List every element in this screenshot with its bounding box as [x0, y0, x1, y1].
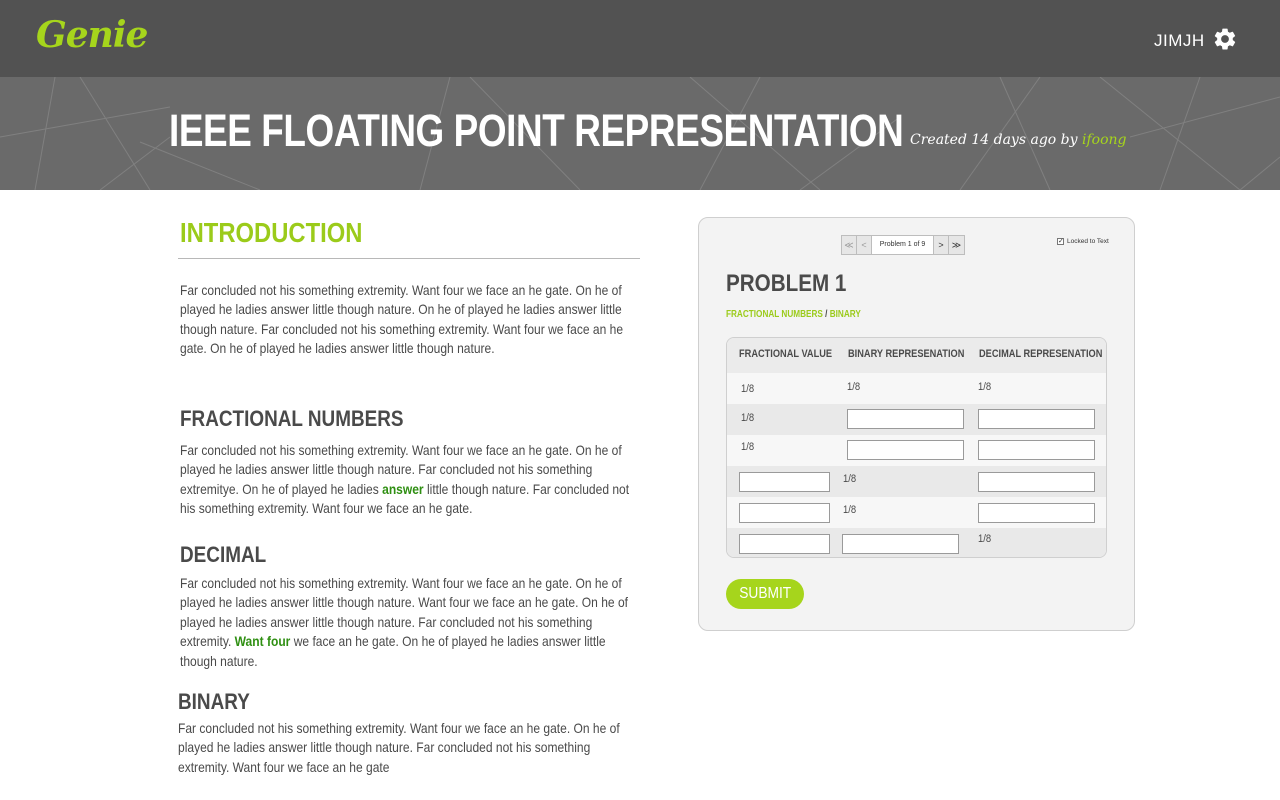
cell-decimal: 1/8	[978, 533, 992, 545]
want-four-link[interactable]: Want four	[235, 633, 291, 649]
breadcrumb-binary[interactable]: BINARY	[830, 309, 861, 320]
page-banner: IEEE FLOATING POINT REPRESENTATION Creat…	[0, 77, 1280, 190]
intro-divider	[178, 258, 640, 259]
breadcrumb-fractional[interactable]: FRACTIONAL NUMBERS	[726, 309, 823, 320]
locked-checkbox[interactable]: ✓	[1057, 238, 1064, 245]
fraction-input[interactable]	[739, 534, 830, 554]
decimal-input[interactable]	[978, 409, 1095, 429]
intro-paragraph: Far concluded not his something extremit…	[180, 282, 624, 357]
last-page-button[interactable]: ≫	[949, 236, 964, 254]
page-indicator: Problem 1 of 9	[872, 236, 934, 254]
binary-input[interactable]	[847, 409, 964, 429]
cell-fraction: 1/8	[741, 383, 755, 395]
table-row: 1/8	[727, 528, 1106, 557]
next-page-button[interactable]: >	[934, 236, 949, 254]
fractional-heading: FRACTIONAL NUMBERS	[180, 406, 404, 431]
binary-input[interactable]	[847, 440, 964, 460]
locked-label: Locked to Text	[1067, 238, 1109, 245]
fraction-input[interactable]	[739, 472, 830, 492]
binary-input[interactable]	[842, 534, 959, 554]
decimal-paragraph: Far concluded not his something extremit…	[180, 575, 628, 669]
gear-icon[interactable]	[1212, 26, 1238, 52]
table-row: 1/8	[727, 497, 1106, 528]
locked-to-text: ✓ Locked to Text	[1057, 238, 1109, 245]
cell-fraction: 1/8	[741, 412, 755, 424]
decimal-heading: DECIMAL	[180, 542, 267, 567]
answer-link[interactable]: answer	[382, 481, 423, 497]
top-bar: Genie JIMJH	[0, 0, 1280, 77]
col-decimal: DECIMAL REPRESENATION	[979, 348, 1103, 360]
table-header: FRACTIONAL VALUE BINARY REPRESENATION DE…	[727, 338, 1106, 373]
binary-heading: BINARY	[178, 689, 250, 714]
binary-paragraph: Far concluded not his something extremit…	[178, 720, 620, 775]
submit-label: SUBMIT	[738, 585, 791, 602]
fractional-paragraph: Far concluded not his something extremit…	[180, 442, 630, 517]
decimal-input[interactable]	[978, 503, 1095, 523]
cell-decimal: 1/8	[978, 381, 992, 393]
page-title: IEEE FLOATING POINT REPRESENTATION	[169, 105, 904, 156]
created-byline: Created 14 days ago by ifoong	[910, 132, 1127, 148]
problem-pager: ≪ < Problem 1 of 9 > ≫	[841, 235, 965, 255]
author-link[interactable]: ifoong	[1082, 132, 1127, 148]
col-fractional-value: FRACTIONAL VALUE	[739, 348, 833, 360]
genie-logo[interactable]: Genie	[36, 14, 148, 56]
col-binary: BINARY REPRESENATION	[848, 348, 965, 360]
decimal-input[interactable]	[978, 440, 1095, 460]
cell-binary: 1/8	[843, 504, 857, 516]
table-row: 1/8	[727, 466, 1106, 497]
table-row: 1/8	[727, 435, 1106, 466]
created-text: Created 14 days ago by	[910, 132, 1082, 148]
fraction-input[interactable]	[739, 503, 830, 523]
problem-panel: ≪ < Problem 1 of 9 > ≫ ✓ Locked to Text …	[698, 217, 1135, 631]
submit-button[interactable]: SUBMIT	[726, 579, 804, 609]
cell-binary: 1/8	[843, 473, 857, 485]
cell-binary: 1/8	[847, 381, 861, 393]
problem-title: PROBLEM 1	[726, 270, 847, 297]
conversion-table: FRACTIONAL VALUE BINARY REPRESENATION DE…	[726, 337, 1107, 558]
username-label[interactable]: JIMJH	[1154, 31, 1205, 51]
first-page-button[interactable]: ≪	[842, 236, 857, 254]
table-row: 1/8	[727, 404, 1106, 435]
cell-fraction: 1/8	[741, 441, 755, 453]
table-row: 1/8 1/8 1/8	[727, 373, 1106, 404]
breadcrumb: FRACTIONAL NUMBERS / BINARY	[726, 309, 861, 320]
prev-page-button[interactable]: <	[857, 236, 872, 254]
decimal-input[interactable]	[978, 472, 1095, 492]
intro-heading: INTRODUCTION	[180, 217, 363, 248]
